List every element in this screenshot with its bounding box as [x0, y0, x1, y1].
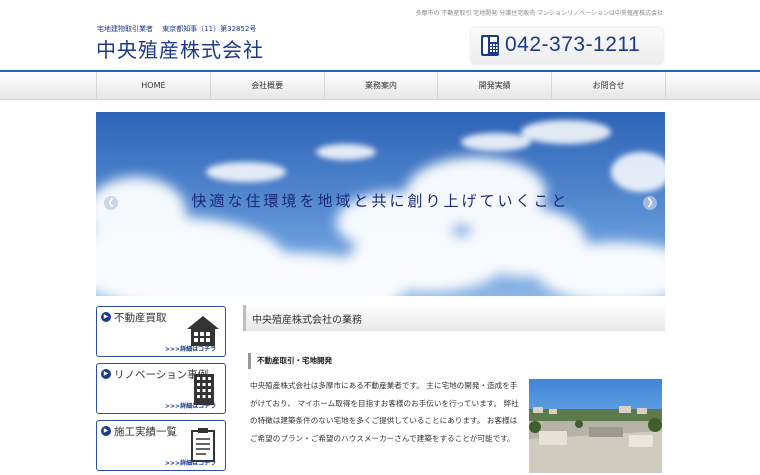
play-circle-icon: ▶: [101, 312, 111, 322]
section-header: 中央殖産株式会社の業務: [243, 305, 665, 331]
play-circle-icon: ▶: [101, 369, 111, 379]
hero-slider: 快適な住環境を地域と共に創り上げていくこと ❮ ❯: [96, 112, 665, 296]
details-link[interactable]: >>>詳細はコチラ: [165, 344, 216, 353]
side-card-title: 施工実績一覧: [114, 426, 177, 438]
chevron-left-icon: ❮: [107, 198, 115, 208]
section-title: 中央殖産株式会社の業務: [252, 315, 362, 326]
phone-icon: [481, 35, 499, 56]
development-photo: [529, 379, 662, 473]
business-description: 中央殖産株式会社は多摩市にある不動産業者です。 主に宅地の開発・造成を手がけてお…: [250, 381, 519, 443]
chevron-right-icon: ❯: [646, 198, 654, 208]
license-text: 宅地建物取引業者 東京都知事（11）第32852号: [97, 25, 257, 33]
nav-results[interactable]: 開発実績: [437, 72, 551, 100]
details-link[interactable]: >>>詳細はコチラ: [165, 458, 216, 467]
phone-number[interactable]: 042-373-1211: [505, 33, 640, 57]
details-link[interactable]: >>>詳細はコチラ: [165, 401, 216, 410]
side-card-title: 不動産買取: [114, 312, 167, 324]
house-icon: [187, 316, 219, 346]
slider-prev-button[interactable]: ❮: [104, 196, 118, 210]
nav-contact[interactable]: お問合せ: [551, 72, 666, 100]
sub-header: 不動産取引・宅地開発: [248, 353, 665, 369]
side-card-renovation[interactable]: ▶ リノベーション事例 >>>詳細はコチラ: [96, 363, 226, 414]
phone-box[interactable]: 042-373-1211: [471, 28, 663, 64]
sub-title: 不動産取引・宅地開発: [257, 356, 332, 365]
header-tagline: 多摩市の 不動産取引 宅地開発 分譲住宅販売 マンションリノベーションは中央殖産…: [415, 10, 663, 17]
slider-next-button[interactable]: ❯: [643, 196, 657, 210]
hero-caption: 快適な住環境を地域と共に創り上げていくこと: [191, 192, 570, 210]
play-circle-icon: ▶: [101, 426, 111, 436]
side-card-works[interactable]: ▶ 施工実績一覧 >>>詳細はコチラ: [96, 420, 226, 471]
company-logo[interactable]: 中央殖産株式会社: [96, 34, 264, 63]
side-card-real-estate[interactable]: ▶ 不動産買取 >>>詳細はコチラ: [96, 306, 226, 357]
main-nav: HOME 会社概要 業務案内 開発実績 お問合せ: [0, 72, 760, 100]
nav-company[interactable]: 会社概要: [209, 72, 324, 100]
nav-home[interactable]: HOME: [96, 72, 210, 100]
nav-services[interactable]: 業務案内: [323, 72, 438, 100]
